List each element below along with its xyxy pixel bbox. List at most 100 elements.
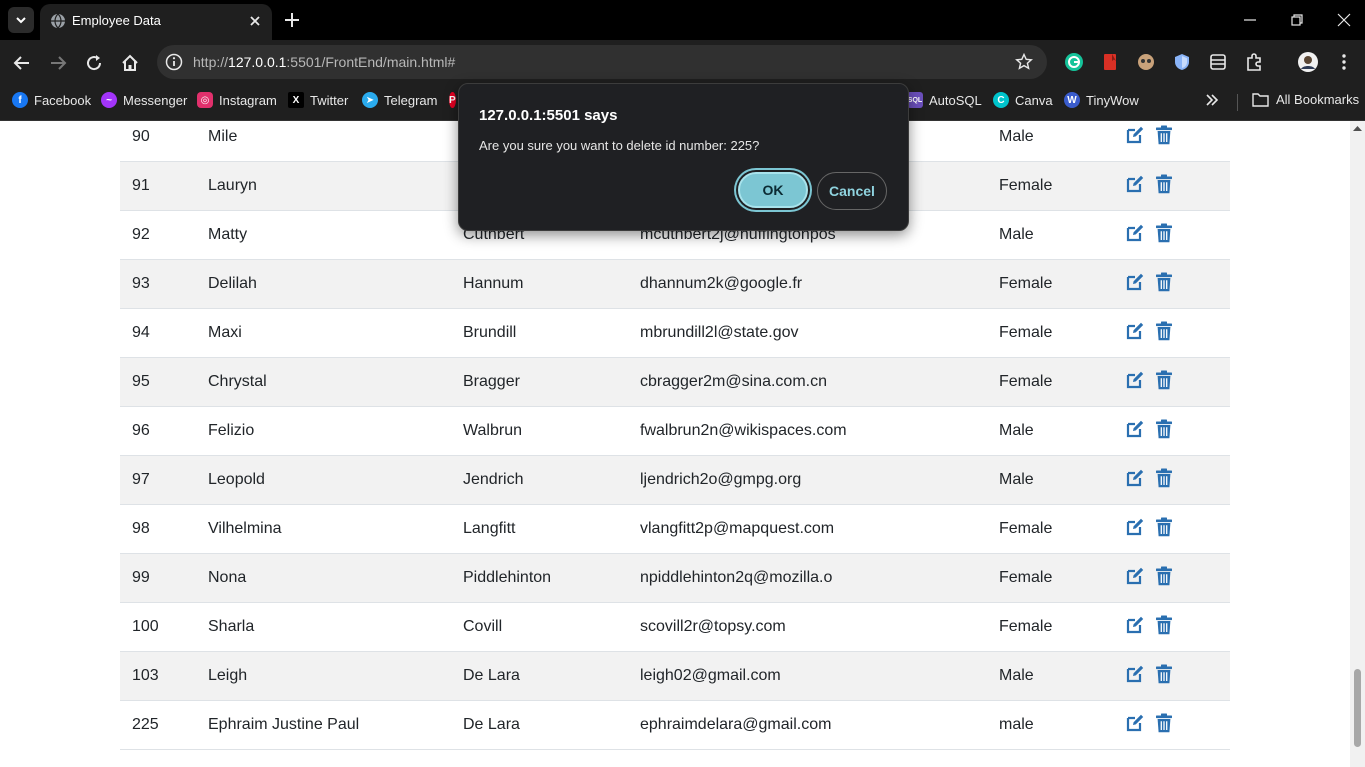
cell-email: ljendrich2o@gmpg.org — [628, 455, 987, 505]
trash-icon[interactable] — [1155, 615, 1173, 640]
close-window-icon[interactable] — [1336, 12, 1352, 28]
trash-icon[interactable] — [1155, 419, 1173, 444]
bookmark-label: Messenger — [123, 92, 188, 108]
close-tab-icon[interactable] — [246, 12, 264, 30]
site-info-icon[interactable] — [165, 53, 183, 71]
edit-icon[interactable] — [1125, 664, 1145, 689]
edit-icon[interactable] — [1125, 615, 1145, 640]
shield-extension-icon[interactable] — [1172, 52, 1192, 72]
bookmark-tinywow[interactable]: W TinyWow — [1064, 92, 1139, 108]
bookmark-label: AutoSQL — [929, 92, 982, 108]
bookmark-label: TinyWow — [1086, 92, 1139, 108]
bookmark-instagram[interactable]: ◎ Instagram — [197, 92, 277, 108]
cell-gender: Male — [987, 651, 1113, 701]
trash-icon[interactable] — [1155, 517, 1173, 542]
extensions-puzzle-icon[interactable] — [1244, 52, 1264, 72]
bookmark-autosql[interactable]: SQL AutoSQL — [907, 92, 982, 108]
edit-icon[interactable] — [1125, 370, 1145, 395]
cell-email: scovill2r@topsy.com — [628, 602, 987, 652]
edit-icon[interactable] — [1125, 125, 1145, 150]
cell-id: 100 — [120, 602, 196, 652]
trash-icon[interactable] — [1155, 713, 1173, 738]
cell-email: vlangfitt2p@mapquest.com — [628, 504, 987, 554]
grammarly-icon[interactable] — [1064, 52, 1084, 72]
forward-icon[interactable] — [48, 53, 68, 73]
more-bookmarks-button[interactable] — [1204, 92, 1220, 108]
browser-menu-icon[interactable] — [1334, 52, 1354, 72]
trash-icon[interactable] — [1155, 468, 1173, 493]
bookmark-canva[interactable]: C Canva — [993, 92, 1053, 108]
cell-first-name: Nona — [196, 553, 451, 603]
all-bookmarks-label: All Bookmarks — [1276, 92, 1360, 107]
scroll-up-icon[interactable] — [1353, 125, 1362, 131]
edit-icon[interactable] — [1125, 419, 1145, 444]
edit-icon[interactable] — [1125, 713, 1145, 738]
bookmark-star-icon[interactable] — [1015, 53, 1033, 71]
tab-search-button[interactable] — [8, 7, 34, 33]
new-tab-icon[interactable] — [282, 10, 302, 30]
back-icon[interactable] — [12, 53, 32, 73]
cell-first-name: Felizio — [196, 406, 451, 456]
edit-icon[interactable] — [1125, 517, 1145, 542]
cell-actions — [1113, 357, 1230, 407]
cell-actions — [1113, 259, 1230, 309]
cell-first-name: Matty — [196, 210, 451, 260]
bookmark-messenger[interactable]: ~ Messenger — [101, 92, 187, 108]
cancel-button[interactable]: Cancel — [817, 172, 887, 210]
autosql-icon: SQL — [907, 92, 923, 108]
table-row: 99 Nona Piddlehinton npiddlehinton2q@mozill… — [120, 553, 1230, 603]
bookmark-telegram[interactable]: ➤ Telegram — [362, 92, 437, 108]
reload-icon[interactable] — [84, 53, 104, 73]
browser-toolbar: http://127.0.0.1:5501/FrontEnd/main.html… — [0, 40, 1365, 85]
reading-list-icon[interactable] — [1208, 52, 1228, 72]
cell-gender: Female — [987, 161, 1113, 211]
bookmark-extension-icon[interactable] — [1100, 52, 1120, 72]
dialog-title: 127.0.0.1:5501 says — [479, 107, 618, 124]
trash-icon[interactable] — [1155, 174, 1173, 199]
trash-icon[interactable] — [1155, 125, 1173, 150]
bookmark-facebook[interactable]: f Facebook — [12, 92, 91, 108]
home-icon[interactable] — [120, 53, 140, 73]
trash-icon[interactable] — [1155, 321, 1173, 346]
edit-icon[interactable] — [1125, 272, 1145, 297]
cell-id: 103 — [120, 651, 196, 701]
trash-icon[interactable] — [1155, 370, 1173, 395]
trash-icon[interactable] — [1155, 223, 1173, 248]
table-row: 95 Chrystal Bragger cbragger2m@sina.com.cn F… — [120, 357, 1230, 407]
page-scrollbar[interactable] — [1350, 121, 1365, 767]
cell-gender: Male — [987, 455, 1113, 505]
all-bookmarks-button[interactable]: All Bookmarks — [1252, 92, 1359, 107]
instagram-icon: ◎ — [197, 92, 213, 108]
edit-icon[interactable] — [1125, 566, 1145, 591]
bookmark-label: Telegram — [384, 92, 438, 108]
ok-button[interactable]: OK — [738, 172, 808, 208]
browser-tab-employee-data[interactable]: Employee Data — [40, 4, 272, 40]
tinywow-icon: W — [1064, 92, 1080, 108]
address-bar[interactable]: http://127.0.0.1:5501/FrontEnd/main.html… — [157, 45, 1047, 79]
cell-email: cbragger2m@sina.com.cn — [628, 357, 987, 407]
trash-icon[interactable] — [1155, 566, 1173, 591]
scrollbar-thumb[interactable] — [1354, 669, 1361, 747]
cell-first-name: Sharla — [196, 602, 451, 652]
cell-actions — [1113, 161, 1230, 211]
cell-id: 95 — [120, 357, 196, 407]
trash-icon[interactable] — [1155, 272, 1173, 297]
edit-icon[interactable] — [1125, 223, 1145, 248]
cell-actions — [1113, 455, 1230, 505]
cell-actions — [1113, 700, 1230, 750]
cell-last-name: Covill — [451, 602, 628, 652]
trash-icon[interactable] — [1155, 664, 1173, 689]
restore-icon[interactable] — [1289, 12, 1305, 28]
bookmark-pinterest-partial[interactable]: P — [449, 92, 458, 108]
profile-avatar-icon[interactable] — [1297, 51, 1319, 73]
extension-face-icon[interactable] — [1136, 52, 1156, 72]
cell-actions — [1113, 651, 1230, 701]
cell-gender: Female — [987, 504, 1113, 554]
edit-icon[interactable] — [1125, 468, 1145, 493]
edit-icon[interactable] — [1125, 321, 1145, 346]
cell-gender: Male — [987, 406, 1113, 456]
bookmark-twitter[interactable]: X Twitter — [288, 92, 348, 108]
cell-actions — [1113, 308, 1230, 358]
edit-icon[interactable] — [1125, 174, 1145, 199]
minimize-icon[interactable] — [1242, 12, 1258, 28]
